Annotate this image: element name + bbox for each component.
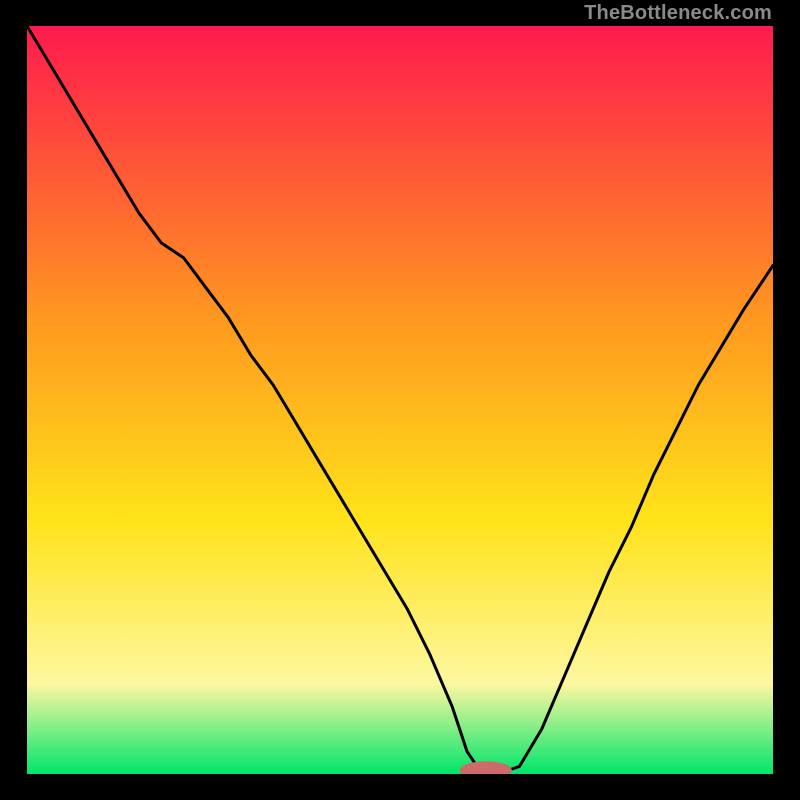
watermark-text: TheBottleneck.com: [584, 2, 772, 25]
gradient-background: [27, 26, 773, 774]
chart-frame: TheBottleneck.com: [0, 0, 800, 800]
plot-area: [27, 26, 773, 774]
bottleneck-curve-chart: [27, 26, 773, 774]
